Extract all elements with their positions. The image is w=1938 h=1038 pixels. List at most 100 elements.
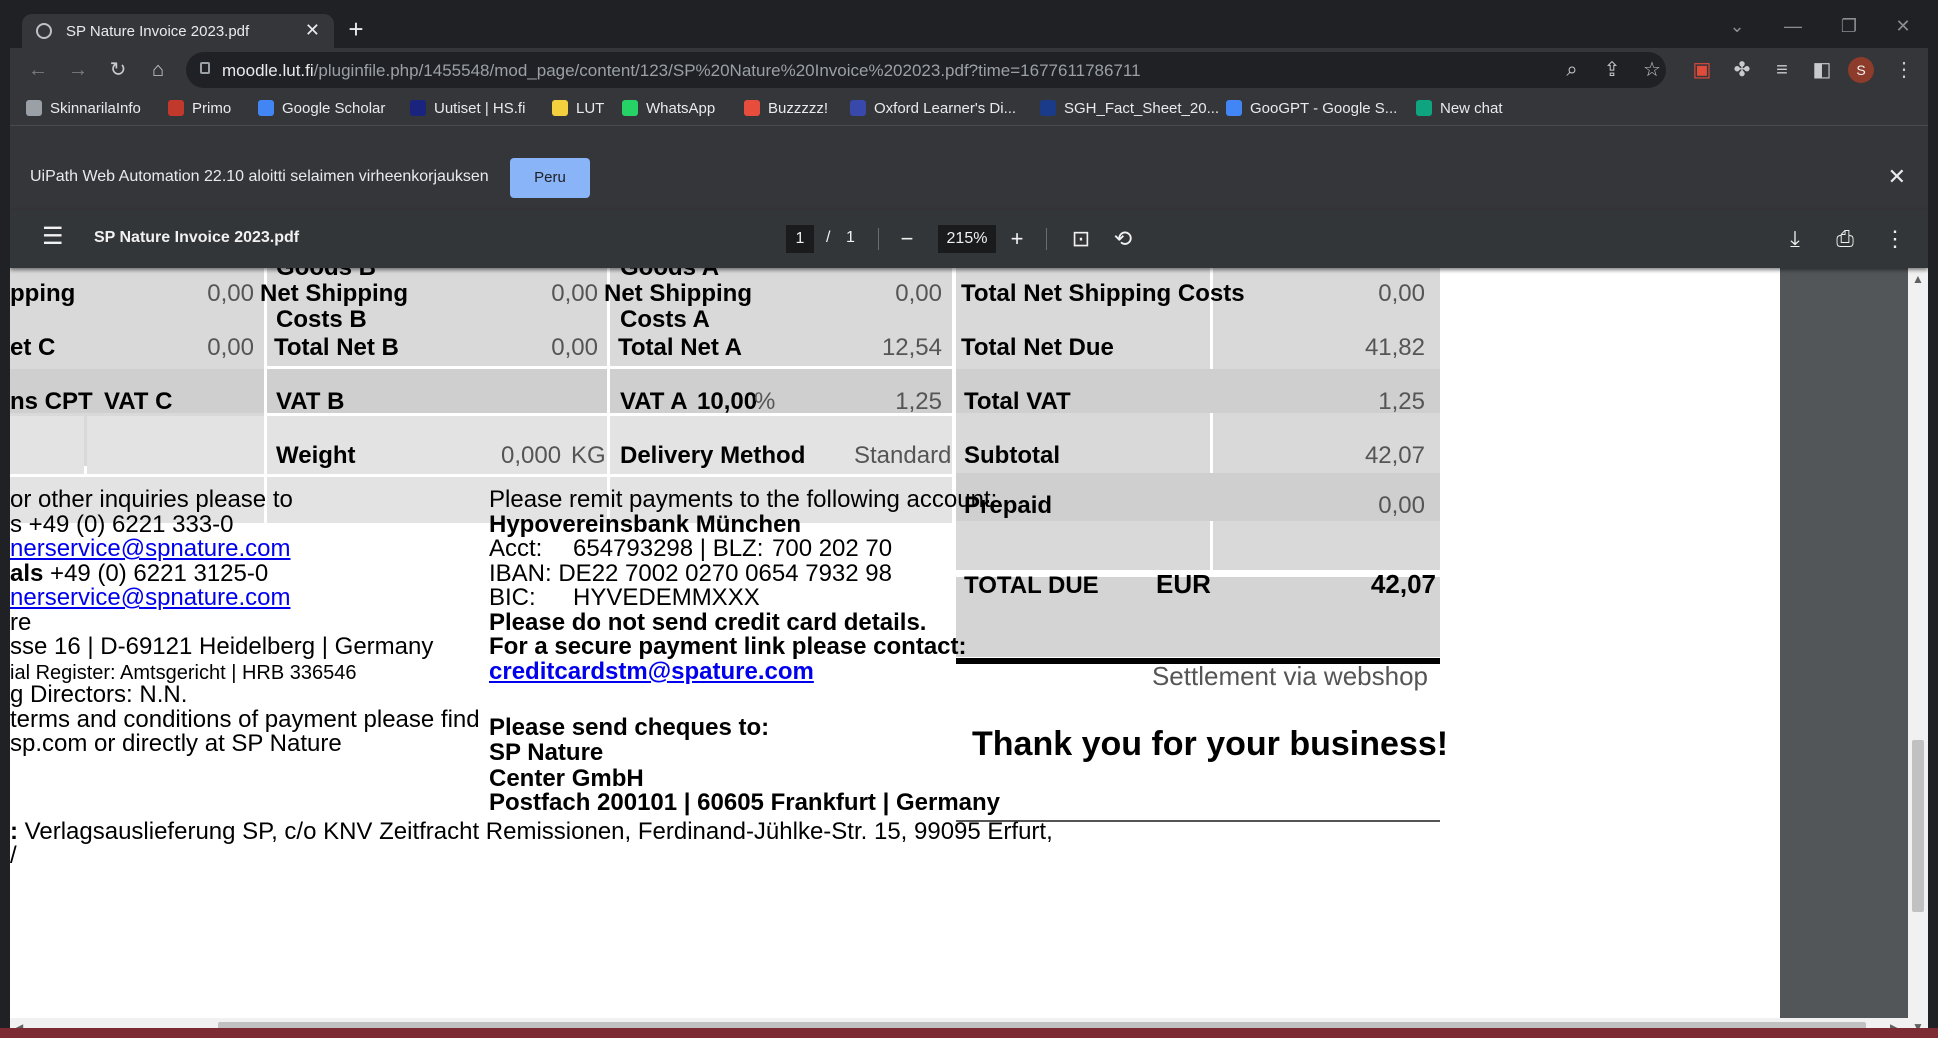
subtotal-value: 42,07 [1364, 442, 1425, 469]
media-control-icon[interactable]: ≡ [1770, 58, 1794, 82]
totals-value-column [1213, 268, 1440, 570]
bookmark-favicon-icon [168, 100, 184, 116]
bookmark-item[interactable]: Google Scholar [258, 100, 385, 117]
contact-email-1[interactable]: nerservice@spnature.com [10, 535, 290, 563]
toolbar-divider [1046, 228, 1047, 250]
bookmark-favicon-icon [1226, 100, 1242, 116]
tab-search-icon[interactable]: ⌄ [1722, 16, 1752, 37]
cancel-debug-button[interactable]: Peru [510, 158, 590, 198]
bookmark-item[interactable]: Buzzzzz! [744, 100, 828, 117]
c-total-net-label: et C [10, 334, 56, 361]
returns-address-tail: / [10, 842, 17, 869]
b-net-shipping-value: 0,00 [551, 280, 598, 307]
bookmark-favicon-icon [622, 100, 638, 116]
contact-line-1: or other inquiries please to [10, 486, 293, 513]
settlement-note: Settlement via webshop [1151, 661, 1428, 691]
fit-page-icon[interactable]: ⊡ [1068, 227, 1094, 251]
bookmark-favicon-icon [552, 100, 568, 116]
contact-email-2[interactable]: nerservice@spnature.com [10, 584, 290, 612]
close-infobar-icon[interactable]: ✕ [1888, 164, 1906, 190]
bookmark-favicon-icon [1040, 100, 1056, 116]
a-vat-percent: % [754, 388, 776, 415]
a-vat-rate: 10,00 [697, 388, 758, 415]
scroll-up-icon[interactable]: ▲ [1912, 272, 1924, 286]
browser-tab[interactable]: SP Nature Invoice 2023.pdf ✕ [22, 14, 334, 48]
zoom-icon[interactable]: ⌕ [1560, 58, 1584, 82]
rotate-icon[interactable]: ⟲ [1110, 227, 1136, 251]
bookmark-item[interactable]: WhatsApp [622, 100, 715, 117]
bookmark-item[interactable]: SkinnarilaInfo [26, 100, 141, 117]
bookmark-star-icon[interactable]: ☆ [1640, 58, 1664, 82]
back-icon[interactable]: ← [26, 58, 50, 82]
zoom-in-icon[interactable]: + [1004, 227, 1030, 251]
cheques-heading: Please send cheques to: [489, 714, 770, 741]
cell-c-cpt [10, 416, 84, 474]
bookmark-item[interactable]: Primo [168, 100, 231, 117]
pdf-toolbar: ☰ SP Nature Invoice 2023.pdf 1 / 1 − 215… [10, 210, 1928, 268]
bookmark-item[interactable]: LUT [552, 100, 604, 117]
lock-icon [200, 62, 210, 74]
address-bar[interactable]: moodle.lut.fi/pluginfile.php/1455548/mod… [186, 52, 1666, 88]
bookmark-favicon-icon [744, 100, 760, 116]
a-total-net-label: Total Net A [618, 334, 742, 361]
thank-you-text: Thank you for your business! [972, 725, 1449, 763]
download-icon[interactable]: ⤓ [1782, 227, 1808, 251]
secure-payment-note: For a secure payment link please contact… [489, 633, 967, 660]
bookmark-item[interactable]: GooGPT - Google S... [1226, 100, 1397, 117]
payment-email[interactable]: creditcardstm@spature.com [489, 658, 814, 686]
side-panel-icon[interactable]: ◧ [1810, 58, 1834, 82]
vertical-scrollbar[interactable]: ▲ ▼ [1908, 268, 1928, 1038]
pdf-menu-icon[interactable]: ☰ [42, 225, 64, 249]
zoom-out-icon[interactable]: − [894, 227, 920, 251]
bic-value: HYVEDEMMXXX [573, 584, 760, 611]
forward-icon[interactable]: → [66, 58, 90, 82]
pdf-more-icon[interactable]: ⋮ [1882, 227, 1908, 251]
print-icon[interactable]: ⎙ [1832, 227, 1858, 251]
close-tab-icon[interactable]: ✕ [305, 20, 320, 41]
bookmark-favicon-icon [410, 100, 426, 116]
reload-icon[interactable]: ↻ [106, 58, 130, 82]
bookmark-item[interactable]: Oxford Learner's Di... [850, 100, 1016, 117]
a-delivery-value: Standard [854, 442, 952, 469]
tab-title: SP Nature Invoice 2023.pdf [66, 23, 250, 40]
total-vat-value: 1,25 [1378, 388, 1425, 415]
browser-menu-icon[interactable]: ⋮ [1892, 58, 1916, 82]
home-icon[interactable]: ⌂ [146, 58, 170, 82]
acct-value: 654793298 | BLZ: [573, 535, 764, 562]
postfach-address: Postfach 200101 | 60605 Frankfurt | Germ… [489, 789, 1001, 816]
acct-label: Acct: [489, 535, 543, 562]
total-vat-label: Total VAT [964, 388, 1071, 415]
pdf-viewport[interactable]: pping 0,00 et C 0,00 ns CPT VAT C Goods … [10, 268, 1908, 1018]
minimize-icon[interactable]: — [1778, 16, 1808, 37]
bookmark-favicon-icon [258, 100, 274, 116]
new-tab-button[interactable]: + [342, 16, 370, 44]
contact-address: sse 16 | D-69121 Heidelberg | Germany [10, 633, 434, 660]
page-number-input[interactable]: 1 [786, 225, 814, 253]
share-icon[interactable]: ⇪ [1600, 58, 1624, 82]
total-net-due-value: 41,82 [1364, 334, 1425, 361]
restore-icon[interactable]: ❐ [1834, 16, 1864, 37]
vertical-scroll-thumb[interactable] [1912, 740, 1924, 912]
contact-terms-2: sp.com or directly at SP Nature [10, 730, 342, 757]
bookmark-item[interactable]: SGH_Fact_Sheet_20... [1040, 100, 1219, 117]
a-net-shipping-label-2: Costs A [620, 306, 710, 333]
profile-avatar[interactable]: S [1848, 57, 1874, 83]
zoom-level-input[interactable]: 215% [938, 225, 996, 253]
browser-toolbar: ← → ↻ ⌂ moodle.lut.fi/pluginfile.php/145… [10, 48, 1928, 92]
b-weight-value: 0,000 [501, 442, 562, 469]
prepaid-value: 0,00 [1378, 492, 1425, 519]
extensions-icon[interactable]: ✤ [1730, 58, 1754, 82]
url-text[interactable]: moodle.lut.fi/pluginfile.php/1455548/mod… [222, 61, 1141, 81]
globe-icon [36, 23, 52, 39]
bookmark-item[interactable]: New chat [1416, 100, 1503, 117]
b-net-shipping-label-2: Costs B [276, 306, 367, 333]
bookmark-item[interactable]: Uutiset | HS.fi [410, 100, 525, 117]
bookmarks-bar: SkinnarilaInfo Primo Google Scholar Uuti… [10, 92, 1928, 126]
b-total-net-label: Total Net B [274, 334, 399, 361]
pdf-page: pping 0,00 et C 0,00 ns CPT VAT C Goods … [10, 268, 1780, 1018]
c-vat-label: VAT C [104, 388, 173, 415]
bic-label: BIC: [489, 584, 536, 611]
close-window-icon[interactable]: ✕ [1888, 16, 1918, 37]
pdf-extension-icon[interactable]: ▣ [1690, 58, 1714, 82]
a-net-shipping-label: Net Shipping [604, 280, 752, 307]
